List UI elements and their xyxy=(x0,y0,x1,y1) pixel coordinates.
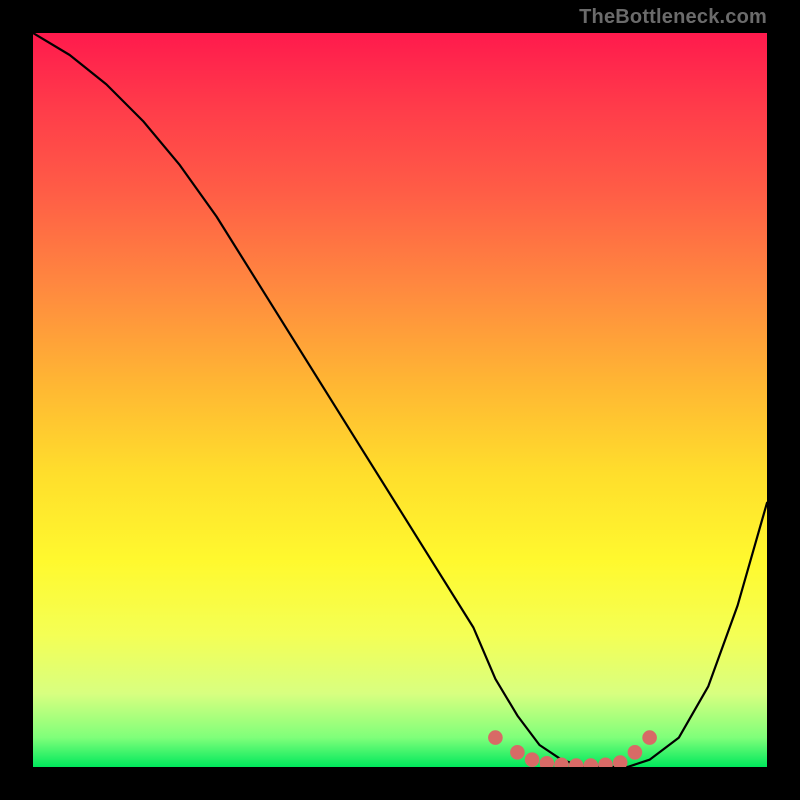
watermark-text: TheBottleneck.com xyxy=(579,6,767,29)
bottleneck-curve xyxy=(33,33,767,767)
marker-dot xyxy=(488,730,503,745)
marker-dot xyxy=(642,730,657,745)
marker-dot xyxy=(598,758,613,768)
plot-area xyxy=(33,33,767,767)
marker-dot xyxy=(628,745,643,760)
marker-dot xyxy=(584,758,599,767)
marker-dot xyxy=(613,755,628,767)
marker-dot xyxy=(569,758,584,767)
marker-dot xyxy=(554,758,569,768)
chart-frame: TheBottleneck.com xyxy=(0,0,800,800)
curve-layer xyxy=(33,33,767,767)
marker-dot xyxy=(525,752,540,767)
marker-dot xyxy=(540,756,555,767)
flat-region-markers xyxy=(488,730,657,767)
marker-dot xyxy=(510,745,525,760)
